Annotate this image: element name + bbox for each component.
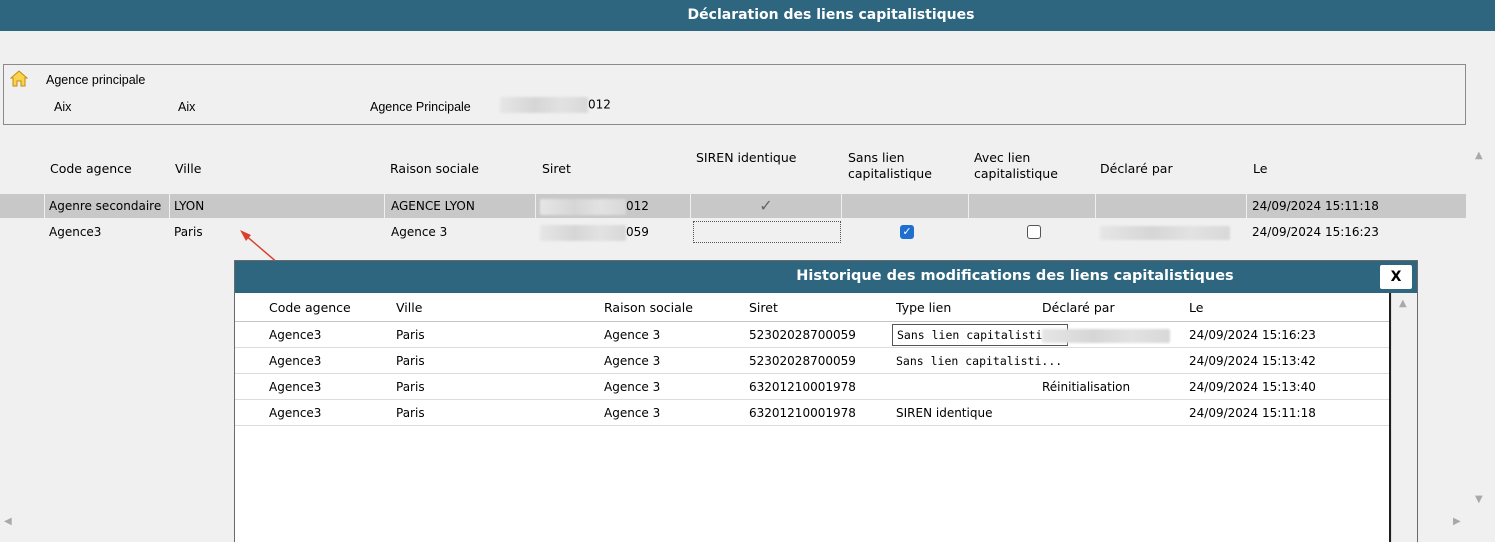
main-agency-code: Aix [54, 100, 72, 114]
window-title-bar: Déclaration des liens capitalistiques [0, 0, 1495, 31]
scroll-down-icon[interactable]: ▼ [1475, 494, 1483, 505]
history-col-declare[interactable]: Déclaré par [1042, 300, 1115, 315]
sans-lien-checkbox[interactable]: ✓ [900, 225, 914, 239]
grid-vertical-scrollbar[interactable]: ▲ ▼ [1466, 142, 1495, 512]
window-title: Déclaration des liens capitalistiques [687, 7, 975, 23]
main-agency-title: Agence principale [46, 73, 146, 87]
history-title: Historique des modifications des liens c… [796, 268, 1234, 284]
cell-ville: LYON [170, 194, 384, 218]
cell-siret: 012 [536, 194, 690, 218]
cell-declare [1042, 322, 1170, 348]
cell-date: 24/09/2024 15:16:23 [1252, 225, 1379, 239]
history-popup: Historique des modifications des liens c… [234, 260, 1418, 542]
main-agency-name: Agence Principale [370, 100, 471, 114]
table-row[interactable]: Agence3 Paris Agence 3 63201210001978 SI… [235, 400, 1391, 426]
table-row[interactable]: Agence3 Paris Agence 3 52302028700059 Sa… [235, 322, 1391, 348]
history-col-code[interactable]: Code agence [269, 300, 351, 315]
col-header-declare[interactable]: Déclaré par [1100, 161, 1173, 177]
cell-code: Agenre secondaire [45, 194, 169, 218]
redacted-name [1042, 328, 1170, 343]
col-header-le[interactable]: Le [1253, 161, 1267, 177]
redacted-siret [500, 97, 588, 113]
col-header-siren[interactable]: SIREN identique [696, 150, 826, 166]
scroll-up-icon[interactable]: ▲ [1475, 150, 1483, 161]
history-col-le[interactable]: Le [1189, 300, 1203, 315]
redacted-name [1100, 225, 1230, 240]
redacted-siret [540, 224, 626, 241]
cell-siret: 059 [536, 220, 649, 244]
history-col-raison[interactable]: Raison sociale [604, 300, 693, 315]
avec-lien-checkbox[interactable] [1027, 225, 1041, 239]
col-header-sans-lien[interactable]: Sans lien capitalistique [848, 150, 958, 182]
table-row[interactable]: Agenre secondaire LYON AGENCE LYON 012 ✓… [0, 194, 1466, 220]
home-icon[interactable] [10, 70, 28, 88]
cell-declare [1100, 220, 1230, 244]
history-col-ville[interactable]: Ville [396, 300, 422, 315]
col-header-raison[interactable]: Raison sociale [390, 161, 479, 177]
scroll-right-icon[interactable]: ▶ [1453, 516, 1461, 527]
table-row[interactable]: Agence3 Paris Agence 3 63201210001978 Ré… [235, 374, 1391, 400]
col-header-ville[interactable]: Ville [175, 161, 201, 177]
main-agency-panel: Agence principale Aix Aix Agence Princip… [3, 64, 1466, 125]
col-header-code[interactable]: Code agence [50, 161, 132, 177]
table-row[interactable]: Agence3 Paris Agence 3 52302028700059 Sa… [235, 348, 1391, 374]
cell-raison: AGENCE LYON [385, 194, 535, 218]
history-col-siret[interactable]: Siret [749, 300, 778, 315]
scroll-left-icon[interactable]: ◀ [4, 516, 12, 527]
history-title-bar: Historique des modifications des liens c… [235, 261, 1417, 293]
cell-raison: Agence 3 [391, 225, 448, 239]
col-header-avec-lien[interactable]: Avec lien capitalistique [974, 150, 1084, 182]
table-row[interactable]: Agence3 Paris Agence 3 059 ✓ 24/09/2024 … [0, 220, 1466, 246]
cell-code: Agence3 [49, 225, 102, 239]
close-button[interactable]: X [1379, 264, 1413, 290]
history-col-type[interactable]: Type lien [896, 300, 951, 315]
redacted-siret [540, 198, 626, 215]
cell-siren-focus[interactable] [693, 221, 841, 243]
main-agency-city: Aix [178, 100, 196, 114]
history-vertical-scrollbar[interactable]: ▲ [1391, 293, 1417, 542]
history-table: Code agence Ville Raison sociale Siret T… [235, 293, 1391, 542]
col-header-siret[interactable]: Siret [542, 161, 571, 177]
cell-siren-check: ✓ [691, 194, 841, 218]
cell-ville: Paris [174, 225, 203, 239]
scroll-up-icon[interactable]: ▲ [1399, 298, 1407, 309]
cell-date: 24/09/2024 15:11:18 [1247, 194, 1466, 218]
main-agency-siret: 012 [500, 97, 611, 113]
